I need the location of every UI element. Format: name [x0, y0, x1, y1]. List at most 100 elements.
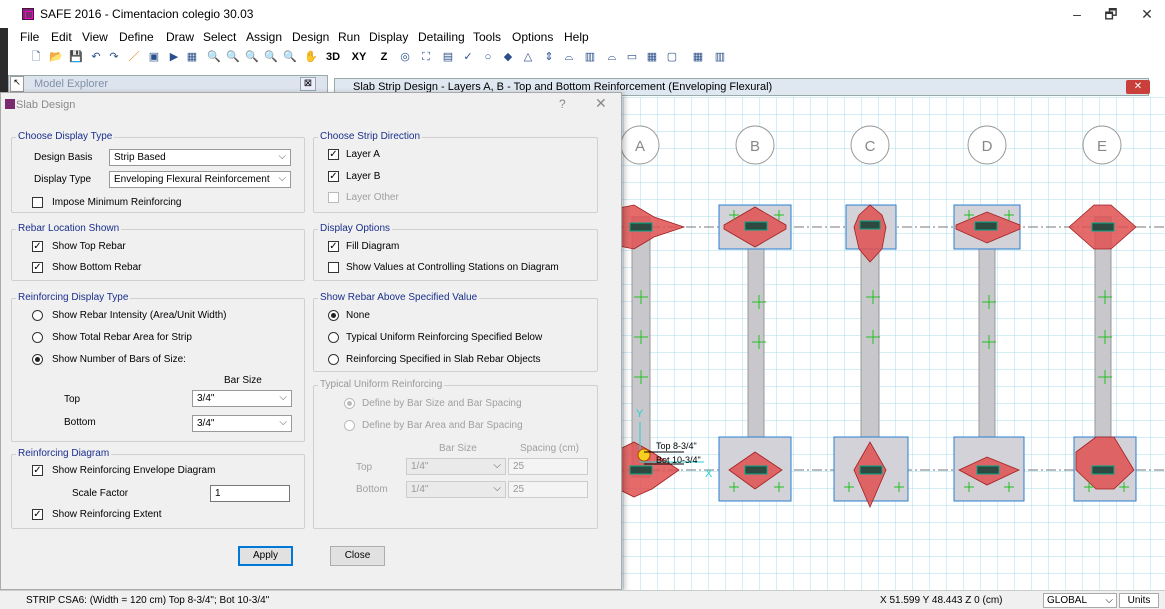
menu-draw[interactable]: Draw	[166, 30, 194, 44]
menu-display[interactable]: Display	[369, 30, 408, 44]
scale-factor-input[interactable]: 1	[210, 485, 290, 502]
book-icon[interactable]: ▥	[712, 49, 728, 65]
menu-assign[interactable]: Assign	[246, 30, 282, 44]
zoom-out-icon[interactable]: 🔍	[225, 49, 241, 65]
display-type-group: Choose Display Type Design Basis Strip B…	[11, 131, 305, 213]
menu-select[interactable]: Select	[203, 30, 236, 44]
check-icon[interactable]: ✓	[460, 49, 476, 65]
tu-top-size-select[interactable]: 1/4" ⌵	[406, 458, 506, 475]
maximize-button[interactable]: 🗗	[1096, 4, 1126, 24]
pointer-icon[interactable]: ↖	[10, 76, 24, 92]
show-values-checkbox[interactable]	[328, 262, 339, 273]
dialog-icon	[5, 99, 15, 109]
total-rebar-area-radio[interactable]	[32, 332, 43, 343]
display-icon[interactable]: ◆	[500, 49, 516, 65]
layer-a-checkbox[interactable]: ✓	[328, 149, 339, 160]
object-shrink-icon[interactable]: ⛶	[418, 49, 434, 65]
undo-icon[interactable]: ↶	[88, 49, 104, 65]
rubber-band-icon[interactable]: ✋	[303, 49, 319, 65]
menu-help[interactable]: Help	[564, 30, 589, 44]
apply-button[interactable]: Apply	[238, 546, 293, 566]
menu-detailing[interactable]: Detailing	[418, 30, 465, 44]
layer-b-checkbox[interactable]: ✓	[328, 171, 339, 182]
zoom-all-icon[interactable]: 🔍	[244, 49, 260, 65]
close-button[interactable]: Close	[330, 546, 385, 566]
view-close-button[interactable]: ✕	[1126, 80, 1150, 94]
warning-icon[interactable]: △	[520, 49, 536, 65]
coord-system-select[interactable]: GLOBAL ⌵	[1043, 593, 1117, 608]
redo-icon[interactable]: ↷	[106, 49, 122, 65]
define-bar-size-label: Define by Bar Size and Bar Spacing	[362, 398, 522, 409]
design-basis-select[interactable]: Strip Based ⌵	[109, 149, 291, 166]
fill-diagram-checkbox[interactable]: ✓	[328, 241, 339, 252]
show-extent-checkbox[interactable]: ✓	[32, 509, 43, 520]
slab-icon[interactable]: ⌓	[604, 49, 620, 65]
none-radio[interactable]	[328, 310, 339, 321]
rebar-intensity-radio[interactable]	[32, 310, 43, 321]
load-icon[interactable]: ⇕	[541, 49, 557, 65]
strip-direction-group: Choose Strip Direction ✓ Layer A ✓ Layer…	[313, 131, 598, 213]
units-button[interactable]: Units	[1119, 593, 1159, 608]
open-icon[interactable]: 📂	[48, 49, 64, 65]
menu-edit[interactable]: Edit	[51, 30, 72, 44]
bottom-bar-size-value: 3/4"	[197, 418, 215, 429]
menu-view[interactable]: View	[82, 30, 108, 44]
close-window-button[interactable]: ✕	[1132, 4, 1162, 24]
menu-options[interactable]: Options	[512, 30, 553, 44]
report-icon[interactable]: ▢	[664, 49, 680, 65]
table-icon[interactable]: ▭	[624, 49, 640, 65]
define-bar-size-radio[interactable]	[344, 398, 355, 409]
model-icon[interactable]: ▥	[582, 49, 598, 65]
run-icon[interactable]: ▶	[166, 49, 182, 65]
number-of-bars-label: Show Number of Bars of Size:	[52, 354, 186, 365]
zoom-in-icon[interactable]: 🔍	[206, 49, 222, 65]
zoom-previous-icon[interactable]: 🔍	[263, 49, 279, 65]
table-view-icon[interactable]: ▦	[690, 49, 706, 65]
xy-view-icon[interactable]: XY	[348, 49, 370, 65]
show-top-rebar-checkbox[interactable]: ✓	[32, 241, 43, 252]
dialog-close-icon[interactable]: ✕	[595, 95, 607, 112]
menu-define[interactable]: Define	[119, 30, 154, 44]
bottom-bar-size-select[interactable]: 3/4" ⌵	[192, 415, 292, 432]
top-bar-size-select[interactable]: 3/4" ⌵	[192, 390, 292, 407]
menu-tools[interactable]: Tools	[473, 30, 501, 44]
tu-bar-size-header: Bar Size	[439, 443, 477, 454]
display-type-select[interactable]: Enveloping Flexural Reinforcement ⌵	[109, 171, 291, 188]
slab-rebar-objects-radio[interactable]	[328, 354, 339, 365]
circle-icon[interactable]: ○	[480, 49, 496, 65]
impose-min-checkbox[interactable]	[32, 197, 43, 208]
show-bottom-rebar-label: Show Bottom Rebar	[52, 262, 142, 273]
number-of-bars-radio[interactable]	[32, 354, 43, 365]
zoom-window-icon[interactable]: ▦	[184, 49, 200, 65]
coord-system-value: GLOBAL	[1047, 595, 1088, 606]
menu-design[interactable]: Design	[292, 30, 329, 44]
new-file-icon[interactable]: 🗋	[28, 49, 44, 65]
refresh-icon[interactable]: ▣	[146, 49, 162, 65]
show-bottom-rebar-checkbox[interactable]: ✓	[32, 262, 43, 273]
pan-icon[interactable]: 🔍	[282, 49, 298, 65]
model-explorer-close-button[interactable]: ⊠	[300, 77, 316, 91]
tu-bottom-spacing-input[interactable]: 25	[508, 481, 588, 498]
layer-other-checkbox[interactable]	[328, 192, 339, 203]
strip-icon[interactable]: ▤	[440, 49, 456, 65]
3d-view-icon[interactable]: 3D	[322, 49, 344, 65]
minimize-button[interactable]: –	[1062, 4, 1092, 24]
display-options-group-title: Display Options	[318, 223, 393, 234]
menu-run[interactable]: Run	[338, 30, 360, 44]
tu-top-spacing-input[interactable]: 25	[508, 458, 588, 475]
help-button[interactable]: ?	[559, 97, 566, 111]
grid-icon[interactable]: ▦	[644, 49, 660, 65]
chevron-down-icon: ⌵	[278, 151, 286, 162]
cross-c2	[859, 465, 883, 475]
deformed-icon[interactable]: ⌓	[561, 49, 577, 65]
x-axis-label: X	[705, 468, 713, 480]
define-bar-area-radio[interactable]	[344, 420, 355, 431]
perspective-icon[interactable]: ◎	[397, 49, 413, 65]
pencil-icon[interactable]: ／	[126, 49, 142, 65]
menu-file[interactable]: File	[20, 30, 39, 44]
save-icon[interactable]: 💾	[68, 49, 84, 65]
typical-uniform-radio[interactable]	[328, 332, 339, 343]
elevation-view-icon[interactable]: Z	[374, 49, 394, 65]
show-envelope-checkbox[interactable]: ✓	[32, 465, 43, 476]
tu-bottom-size-select[interactable]: 1/4" ⌵	[406, 481, 506, 498]
